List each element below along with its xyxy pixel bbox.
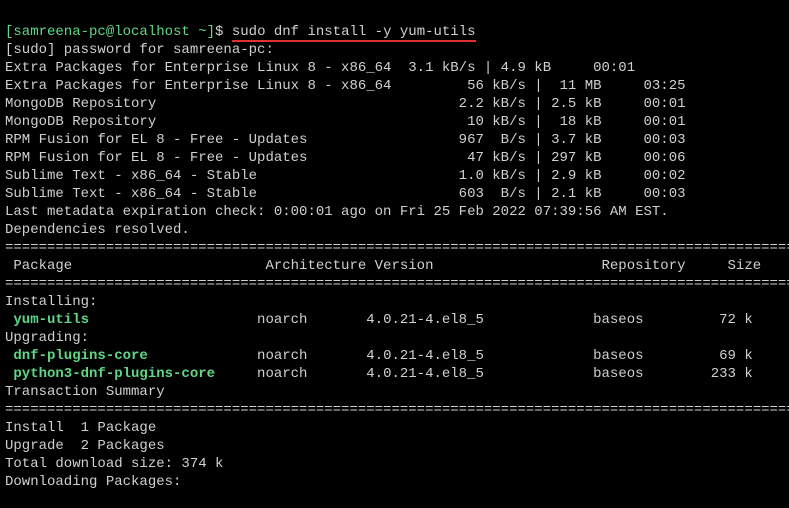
upgrade-count: Upgrade 2 Packages (5, 437, 784, 455)
downloading-packages: Downloading Packages: (5, 473, 784, 491)
metadata-line: Last metadata expiration check: 0:00:01 … (5, 203, 784, 221)
total-download-size: Total download size: 374 k (5, 455, 784, 473)
sudo-password-line: [sudo] password for samreena-pc: (5, 41, 784, 59)
package-name: yum-utils (5, 312, 89, 328)
divider: ========================================… (5, 275, 784, 293)
divider: ========================================… (5, 239, 784, 257)
dependencies-resolved: Dependencies resolved. (5, 221, 784, 239)
command-text: sudo dnf install -y yum-utils (232, 24, 476, 42)
prompt-line[interactable]: [samreena-pc@localhost ~]$ sudo dnf inst… (5, 5, 784, 41)
package-details: noarch 4.0.21-4.el8_5 baseos 69 k (148, 348, 753, 364)
repo-line: RPM Fusion for EL 8 - Free - Updates 967… (5, 131, 784, 149)
package-name: python3-dnf-plugins-core (5, 366, 215, 382)
install-count: Install 1 Package (5, 419, 784, 437)
package-details: noarch 4.0.21-4.el8_5 baseos 233 k (215, 366, 753, 382)
divider: ========================================… (5, 401, 784, 419)
prompt-user-host: [samreena-pc@localhost ~] (5, 24, 215, 40)
repo-line: MongoDB Repository 2.2 kB/s | 2.5 kB 00:… (5, 95, 784, 113)
package-details: noarch 4.0.21-4.el8_5 baseos 72 k (89, 312, 753, 328)
repo-line: Extra Packages for Enterprise Linux 8 - … (5, 77, 784, 95)
upgrading-label: Upgrading: (5, 329, 784, 347)
repo-line: MongoDB Repository 10 kB/s | 18 kB 00:01 (5, 113, 784, 131)
package-row: dnf-plugins-core noarch 4.0.21-4.el8_5 b… (5, 347, 784, 365)
prompt-symbol: $ (215, 24, 223, 40)
transaction-summary-label: Transaction Summary (5, 383, 784, 401)
repo-line: Extra Packages for Enterprise Linux 8 - … (5, 59, 784, 77)
package-name: dnf-plugins-core (5, 348, 148, 364)
repo-line: Sublime Text - x86_64 - Stable 603 B/s |… (5, 185, 784, 203)
installing-label: Installing: (5, 293, 784, 311)
table-header: Package Architecture Version Repository … (5, 257, 784, 275)
package-row: python3-dnf-plugins-core noarch 4.0.21-4… (5, 365, 784, 383)
repo-line: Sublime Text - x86_64 - Stable 1.0 kB/s … (5, 167, 784, 185)
package-row: yum-utils noarch 4.0.21-4.el8_5 baseos 7… (5, 311, 784, 329)
repo-line: RPM Fusion for EL 8 - Free - Updates 47 … (5, 149, 784, 167)
